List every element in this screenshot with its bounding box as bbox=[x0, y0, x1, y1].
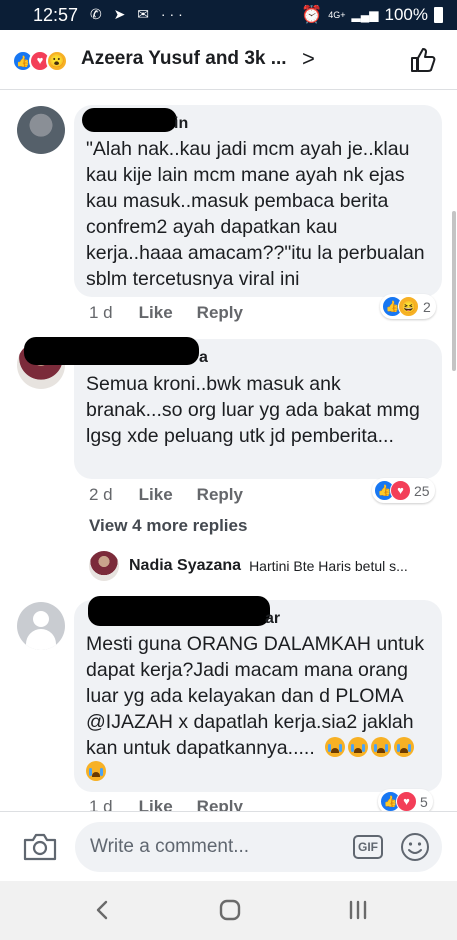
camera-icon[interactable] bbox=[22, 832, 58, 862]
status-right: ⏰ 4G+ ▂▄▆ 100% bbox=[301, 5, 443, 25]
chevron-right-icon[interactable]: > bbox=[302, 46, 315, 72]
comment-text: Semua kroni..bwk masuk ank branak...so o… bbox=[86, 373, 420, 447]
comment-text: "Alah nak..kau jadi mcm ayah je..klau ka… bbox=[86, 138, 425, 290]
back-icon[interactable] bbox=[84, 895, 120, 925]
wow-icon: 😮 bbox=[46, 50, 68, 72]
love-icon: ♥ bbox=[390, 480, 411, 501]
reaction-count[interactable]: 👍 ♥ 5 bbox=[378, 789, 433, 811]
alarm-icon: ⏰ bbox=[301, 5, 323, 24]
crying-emoji-icon bbox=[371, 737, 392, 757]
haha-icon: 😆 bbox=[398, 296, 419, 317]
comments-list[interactable]: in "Alah nak..kau jadi mcm ayah je..klau… bbox=[0, 91, 457, 811]
reaction-number: 2 bbox=[423, 298, 431, 315]
comment-time: 1 d bbox=[89, 303, 113, 322]
like-outline-icon[interactable] bbox=[408, 45, 438, 75]
reaction-number: 5 bbox=[420, 793, 428, 810]
signal-icon: ▂▄▆ bbox=[351, 8, 379, 22]
default-avatar-body bbox=[26, 629, 56, 650]
comment-bubble[interactable]: in "Alah nak..kau jadi mcm ayah je..klau… bbox=[74, 105, 442, 297]
commenter-name[interactable]: ar bbox=[265, 610, 280, 632]
reply-text: Hartini Bte Haris betul s... bbox=[249, 558, 408, 574]
commenter-name[interactable]: in bbox=[174, 115, 188, 137]
commenter-avatar[interactable] bbox=[17, 602, 65, 650]
crying-emoji-icon bbox=[348, 737, 369, 757]
reply-author[interactable]: Nadia Syazana bbox=[129, 557, 241, 575]
redacted-name bbox=[88, 596, 270, 626]
like-button[interactable]: Like bbox=[139, 797, 173, 811]
home-icon[interactable] bbox=[212, 895, 248, 925]
reply-button[interactable]: Reply bbox=[197, 303, 243, 323]
comment-input[interactable] bbox=[75, 822, 442, 872]
crying-emoji-icon bbox=[86, 761, 106, 781]
notification-icons: ✆ ➤ ✉ ··· bbox=[90, 6, 187, 22]
emoji-icon[interactable] bbox=[400, 832, 430, 862]
status-time: 12:57 bbox=[33, 5, 79, 25]
crying-emoji-icon bbox=[394, 737, 415, 757]
battery-icon bbox=[434, 7, 443, 23]
reply-avatar[interactable] bbox=[89, 551, 119, 581]
comment-actions: 1 d Like Reply bbox=[89, 797, 243, 811]
comment-bubble[interactable]: a Semua kroni..bwk masuk ank branak...so… bbox=[24, 337, 442, 479]
comment-time: 1 d bbox=[89, 797, 113, 811]
like-button[interactable]: Like bbox=[139, 485, 173, 505]
redacted-name bbox=[24, 337, 199, 365]
comment-time: 2 d bbox=[89, 485, 113, 504]
gif-button[interactable]: GIF bbox=[353, 835, 383, 859]
comment-composer: GIF bbox=[0, 811, 457, 881]
reaction-count[interactable]: 👍 ♥ 25 bbox=[372, 478, 435, 503]
navigation-bar bbox=[0, 881, 457, 940]
header-reactions: 👍 ♥ 😮 bbox=[12, 50, 68, 72]
reply-button[interactable]: Reply bbox=[197, 485, 243, 505]
view-more-replies[interactable]: View 4 more replies bbox=[89, 516, 247, 536]
crying-emoji-icon bbox=[325, 737, 346, 757]
reaction-number: 25 bbox=[414, 482, 430, 499]
recent-apps-icon[interactable] bbox=[340, 895, 376, 925]
love-icon: ♥ bbox=[396, 791, 417, 811]
default-avatar-head bbox=[33, 611, 49, 627]
reactions-header[interactable]: 👍 ♥ 😮 Azeera Yusuf and 3k ... > bbox=[0, 30, 457, 90]
comment-body: Mesti guna ORANG DALAMKAH untuk dapat ke… bbox=[86, 631, 430, 783]
status-bar: 12:57 ✆ ➤ ✉ ··· ⏰ 4G+ ▂▄▆ 100% bbox=[0, 0, 457, 30]
reply-button[interactable]: Reply bbox=[197, 797, 243, 811]
scrollbar-thumb[interactable] bbox=[452, 211, 456, 371]
battery-percent: 100% bbox=[384, 5, 428, 24]
comment-actions: 1 d Like Reply bbox=[89, 303, 243, 323]
commenter-avatar[interactable] bbox=[17, 106, 65, 154]
like-button[interactable]: Like bbox=[139, 303, 173, 323]
comment-actions: 2 d Like Reply bbox=[89, 485, 243, 505]
commenter-name[interactable]: a bbox=[199, 349, 208, 371]
reply-preview[interactable]: Nadia Syazana Hartini Bte Haris betul s.… bbox=[89, 551, 408, 581]
reaction-count[interactable]: 👍 😆 2 bbox=[380, 294, 436, 319]
comment-bubble[interactable]: ar Mesti guna ORANG DALAMKAH untuk dapat… bbox=[74, 596, 442, 792]
reactions-title[interactable]: Azeera Yusuf and 3k ... bbox=[81, 48, 287, 70]
redacted-name bbox=[82, 108, 177, 132]
network-label: 4G+ bbox=[328, 9, 346, 20]
